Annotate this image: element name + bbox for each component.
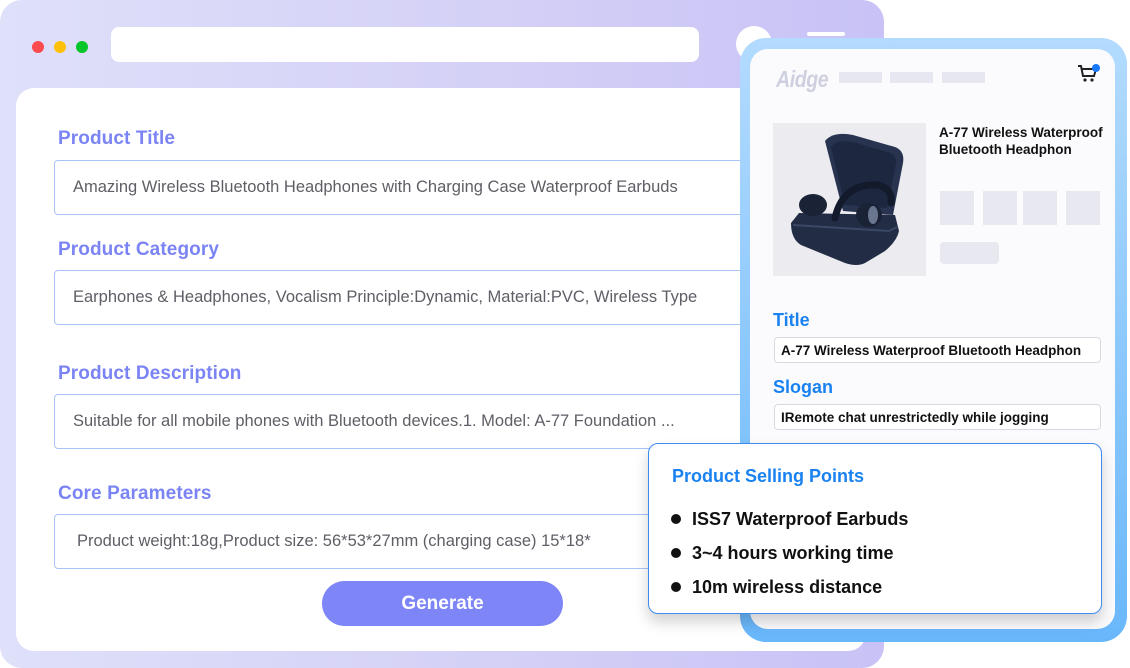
title-output[interactable]: A-77 Wireless Waterproof Bluetooth Headp… <box>774 337 1101 363</box>
selling-points-title: Product Selling Points <box>672 466 865 486</box>
product-description-input[interactable]: Suitable for all mobile phones with Blue… <box>54 394 794 449</box>
selling-point-item: 3~4 hours working time <box>671 536 908 570</box>
close-dot-icon[interactable] <box>32 41 44 53</box>
product-category-input[interactable]: Earphones & Headphones, Vocalism Princip… <box>54 270 794 325</box>
selling-point-text: ISS7 Waterproof Earbuds <box>692 508 909 529</box>
bullet-icon <box>671 582 681 592</box>
selling-point-text: 3~4 hours working time <box>692 542 894 563</box>
thumbnail-placeholder[interactable] <box>940 191 974 225</box>
brand-logo: Aidge <box>776 66 829 92</box>
selling-points-card: Product Selling Points ISS7 Waterproof E… <box>648 443 1102 614</box>
address-bar[interactable] <box>111 27 699 62</box>
title-label: Title <box>773 310 810 330</box>
slogan-output[interactable]: IRemote chat unrestrictedly while joggin… <box>774 404 1101 430</box>
button-placeholder[interactable] <box>940 242 999 264</box>
thumbnail-placeholder[interactable] <box>983 191 1017 225</box>
bullet-icon <box>671 514 681 524</box>
selling-point-text: 10m wireless distance <box>692 576 883 597</box>
selling-points-list: ISS7 Waterproof Earbuds 3~4 hours workin… <box>671 502 908 604</box>
product-title-label: Product Title <box>58 128 176 149</box>
nav-placeholder <box>942 72 985 83</box>
nav-placeholder <box>839 72 882 83</box>
menu-icon[interactable] <box>807 32 845 36</box>
maximize-dot-icon[interactable] <box>76 41 88 53</box>
nav-placeholder <box>890 72 933 83</box>
product-name: A-77 Wireless Waterproof Bluetooth Headp… <box>939 125 1103 157</box>
earbuds-case-image <box>791 133 904 265</box>
window-controls <box>32 41 88 53</box>
product-title-input[interactable]: Amazing Wireless Bluetooth Headphones wi… <box>54 160 794 215</box>
product-description-label: Product Description <box>58 363 242 384</box>
selling-point-item: ISS7 Waterproof Earbuds <box>671 502 908 536</box>
generate-button[interactable]: Generate <box>322 581 563 626</box>
selling-point-item: 10m wireless distance <box>671 570 908 604</box>
slogan-label: Slogan <box>773 377 834 397</box>
bullet-icon <box>671 548 681 558</box>
thumbnail-placeholder[interactable] <box>1066 191 1100 225</box>
product-category-label: Product Category <box>58 239 220 260</box>
cart-badge <box>1092 64 1100 72</box>
minimize-dot-icon[interactable] <box>54 41 66 53</box>
core-parameters-label: Core Parameters <box>58 483 212 504</box>
thumbnail-placeholder[interactable] <box>1023 191 1057 225</box>
product-image <box>773 123 926 276</box>
